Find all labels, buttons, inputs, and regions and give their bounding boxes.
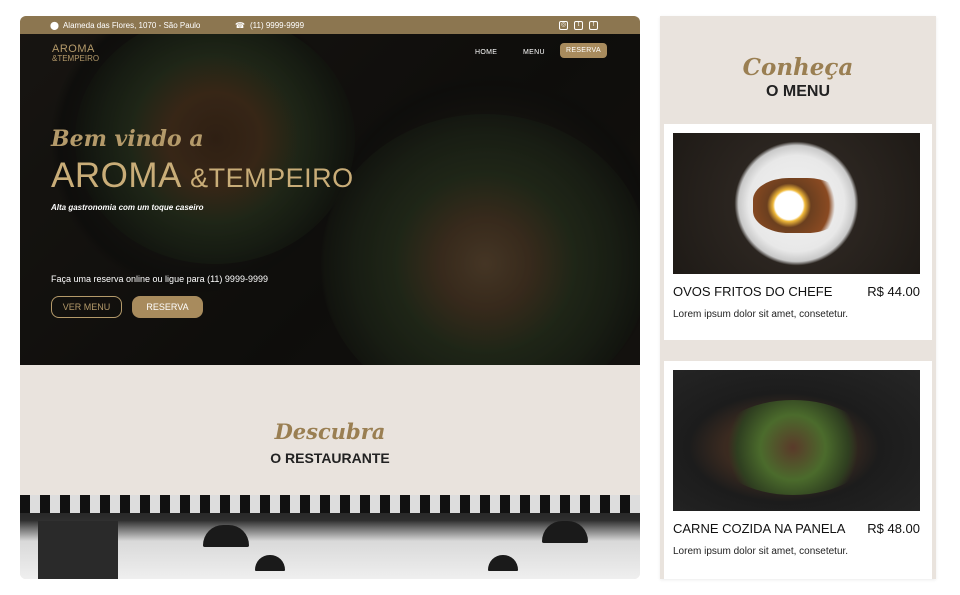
hero-brand-main: AROMA	[51, 156, 180, 195]
phone-info: ☎ (11) 9999-9999	[235, 21, 304, 30]
discover-title: O RESTAURANTE	[270, 450, 390, 466]
site-logo[interactable]: AROMA &TEMPEIRO	[52, 44, 99, 63]
top-info-bar: ⬤ Alameda das Flores, 1070 - São Paulo ☎…	[20, 16, 640, 34]
discover-section: Descubra O RESTAURANTE	[20, 365, 640, 495]
ceiling-beam	[20, 495, 640, 513]
address-text: Alameda das Flores, 1070 - São Paulo	[62, 20, 201, 30]
menu-item-card[interactable]: OVOS FRITOS DO CHEFE R$ 44.00 Lorem ipsu…	[664, 124, 932, 340]
nav-home[interactable]: HOME	[475, 49, 497, 56]
address-info: ⬤ Alameda das Flores, 1070 - São Paulo	[50, 21, 200, 30]
menu-item-description: Lorem ipsum dolor sit amet, consetetur.	[673, 546, 849, 557]
menu-item-image	[673, 370, 920, 511]
twitter-icon[interactable]: t	[574, 20, 583, 30]
discover-script-heading: Descubra	[274, 419, 386, 444]
phone-text: (11) 9999-9999	[249, 20, 305, 30]
nav-menu[interactable]: MENU	[523, 49, 545, 56]
hero-brand: AROMA &TEMPEIRO	[51, 156, 354, 196]
nav-reserva-button[interactable]: RESERVA	[560, 43, 607, 58]
menu-item-description: Lorem ipsum dolor sit amet, consetetur.	[673, 309, 849, 320]
menu-item-image	[673, 133, 920, 274]
website-preview-main: ⬤ Alameda das Flores, 1070 - São Paulo ☎…	[20, 16, 640, 579]
phone-icon: ☎	[235, 20, 245, 30]
menu-preview-panel: Conheça O MENU OVOS FRITOS DO CHEFE R$ 4…	[660, 16, 936, 579]
hero-section: AROMA &TEMPEIRO HOME MENU RESERVA Bem vi…	[20, 34, 640, 365]
menu-item-name: CARNE COZIDA NA PANELA	[673, 521, 846, 536]
location-pin-icon: ⬤	[50, 20, 59, 30]
pendant-lamp	[203, 525, 249, 547]
hero-welcome: Bem vindo a	[51, 126, 204, 152]
menu-title: O MENU	[766, 83, 830, 100]
menu-item-price: R$ 44.00	[867, 284, 920, 299]
hero-brand-rest: &TEMPEIRO	[190, 163, 354, 193]
menu-item-price: R$ 48.00	[867, 521, 920, 536]
pendant-lamp	[542, 521, 588, 543]
hero-cta-text: Faça uma reserva online ou ligue para (1…	[51, 274, 268, 284]
hero-tagline: Alta gastronomia com um toque caseiro	[51, 203, 204, 212]
instagram-icon[interactable]: ◎	[559, 20, 568, 30]
logo-line2: &TEMPEIRO	[52, 54, 100, 63]
ver-menu-button[interactable]: VER MENU	[51, 296, 122, 318]
menu-item-card[interactable]: CARNE COZIDA NA PANELA R$ 48.00 Lorem ip…	[664, 361, 932, 579]
fried-eggs-dish	[753, 178, 843, 233]
pendant-lamp	[488, 555, 518, 571]
reserva-button[interactable]: RESERVA	[132, 296, 203, 318]
menu-item-name: OVOS FRITOS DO CHEFE	[673, 284, 833, 299]
facebook-icon[interactable]: f	[589, 20, 598, 30]
pot-roast-dish	[713, 400, 873, 495]
restaurant-interior-image	[20, 495, 640, 579]
social-links: ◎ t f	[559, 20, 598, 30]
pendant-lamp	[255, 555, 285, 571]
wall-sign	[38, 521, 118, 579]
menu-script-heading: Conheça	[742, 54, 854, 81]
